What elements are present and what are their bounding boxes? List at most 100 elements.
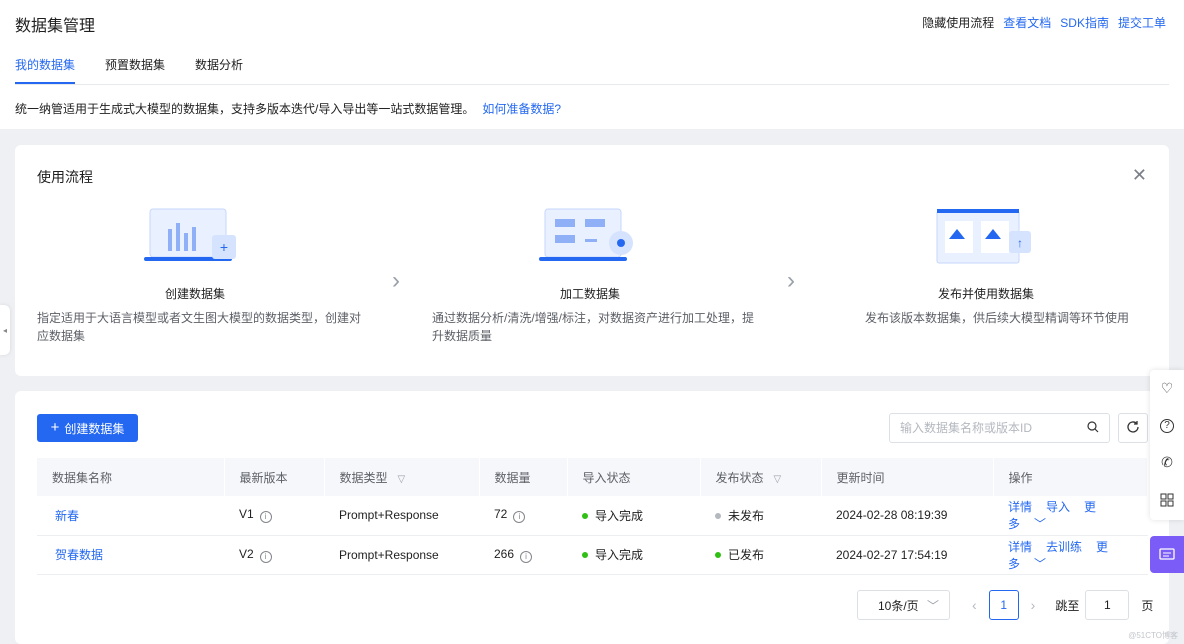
tab-preset-datasets[interactable]: 预置数据集 bbox=[105, 56, 165, 84]
page-header: 数据集管理 隐藏使用流程 查看文档 SDK指南 提交工单 我的数据集 预置数据集… bbox=[0, 0, 1184, 129]
header-links: 隐藏使用流程 查看文档 SDK指南 提交工单 bbox=[922, 14, 1166, 31]
jump-page-input[interactable]: 1 bbox=[1085, 590, 1130, 620]
info-icon[interactable]: i bbox=[259, 511, 272, 524]
svg-text:↑: ↑ bbox=[1017, 236, 1023, 250]
heart-icon[interactable]: ♡ bbox=[1150, 370, 1184, 407]
filter-icon[interactable]: ▽ bbox=[398, 474, 406, 485]
chevron-down-icon: ﹀ bbox=[1034, 517, 1047, 532]
chevron-down-icon: ﹀ bbox=[926, 598, 939, 613]
info-icon[interactable]: i bbox=[513, 511, 526, 524]
step-desc: 指定适用于大语言模型或者文生图大模型的数据类型，创建对应数据集 bbox=[37, 311, 362, 343]
data-count: 266 bbox=[494, 546, 515, 561]
page-description: 统一纳管适用于生成式大模型的数据集，支持多版本迭代/导入导出等一站式数据管理。如… bbox=[15, 100, 561, 117]
train-link[interactable]: 去训练 bbox=[1046, 540, 1082, 554]
prev-page-icon[interactable]: ‹ bbox=[972, 597, 977, 613]
step-title: 加工数据集 bbox=[559, 287, 620, 301]
phone-icon[interactable]: ✆ bbox=[1150, 444, 1184, 481]
step-title: 发布并使用数据集 bbox=[937, 287, 1034, 301]
page-size-value: 10条/页 bbox=[878, 598, 919, 613]
refresh-button[interactable] bbox=[1118, 413, 1148, 443]
create-dataset-illustration: + bbox=[140, 205, 250, 269]
tab-my-datasets[interactable]: 我的数据集 bbox=[15, 56, 76, 84]
chevron-right-icon: › bbox=[392, 267, 400, 294]
description-text: 统一纳管适用于生成式大模型的数据集，支持多版本迭代/导入导出等一站式数据管理。 bbox=[15, 102, 475, 116]
import-status: 导入完成 bbox=[595, 548, 644, 562]
apps-grid-icon[interactable] bbox=[1150, 481, 1184, 518]
pagination: 10条/页 ﹀ ‹ 1 › 跳至 1 页 bbox=[857, 590, 1153, 620]
process-dataset-illustration bbox=[535, 205, 645, 269]
col-import-status: 导入状态 bbox=[567, 458, 701, 496]
filter-icon[interactable]: ▽ bbox=[774, 474, 782, 485]
how-to-prepare-link[interactable]: 如何准备数据? bbox=[482, 102, 561, 116]
version-text: V1 bbox=[239, 507, 254, 522]
svg-text:+: + bbox=[220, 239, 228, 255]
status-dot bbox=[582, 552, 588, 558]
create-dataset-button[interactable]: + 创建数据集 bbox=[37, 414, 138, 442]
data-type: Prompt+Response bbox=[324, 535, 479, 575]
status-dot bbox=[582, 512, 588, 519]
col-count: 数据量 bbox=[479, 458, 568, 496]
jump-label: 跳至 bbox=[1055, 598, 1080, 613]
flow-title: 使用流程 bbox=[37, 169, 93, 185]
close-icon[interactable]: ✕ bbox=[1132, 165, 1147, 186]
tab-bar: 我的数据集 预置数据集 数据分析 bbox=[15, 56, 243, 84]
step-title: 创建数据集 bbox=[164, 287, 225, 301]
hide-flow-link[interactable]: 隐藏使用流程 bbox=[922, 14, 994, 31]
detail-link[interactable]: 详情 bbox=[1008, 540, 1032, 554]
publish-dataset-illustration: ↑ bbox=[931, 205, 1041, 269]
right-float-toolbar: ♡ ? ✆ bbox=[1150, 370, 1184, 520]
status-dot bbox=[715, 552, 721, 558]
page-number-current[interactable]: 1 bbox=[988, 590, 1019, 620]
chevron-down-icon: ﹀ bbox=[1034, 556, 1047, 571]
col-publish-status: 发布状态 ▽ bbox=[700, 458, 822, 496]
publish-status: 未发布 bbox=[728, 508, 765, 523]
step-desc: 发布该版本数据集，供后续大模型精调等环节使用 bbox=[865, 311, 1130, 325]
status-dot bbox=[715, 512, 721, 519]
version-text: V2 bbox=[239, 546, 254, 561]
publish-status: 已发布 bbox=[728, 548, 765, 562]
detail-link[interactable]: 详情 bbox=[1008, 500, 1032, 514]
collapse-handle[interactable]: ◂ bbox=[0, 305, 10, 355]
page-title: 数据集管理 bbox=[15, 18, 96, 35]
import-status: 导入完成 bbox=[595, 508, 644, 523]
next-page-icon[interactable]: › bbox=[1031, 597, 1036, 613]
col-type: 数据类型 ▽ bbox=[324, 458, 480, 496]
dataset-list-panel: + 创建数据集 数据集名称 最新版本 数据类型▽ 数据量 导入状态 发布状态▽ … bbox=[15, 391, 1169, 644]
data-type: Prompt+Response bbox=[324, 496, 479, 536]
page-unit-label: 页 bbox=[1141, 598, 1154, 613]
dataset-name-link[interactable]: 贺春数据 bbox=[55, 548, 103, 562]
updated-time: 2024-02-28 08:19:39 bbox=[821, 496, 993, 536]
usage-flow-panel: 使用流程 ✕ + 创建数据集 指定适用于大语言模型或者文生图大模型的数据类型，创… bbox=[15, 145, 1169, 376]
view-docs-link[interactable]: 查看文档 bbox=[1003, 14, 1051, 31]
step-desc: 通过数据分析/清洗/增强/标注，对数据资产进行加工处理，提升数据质量 bbox=[432, 311, 755, 343]
sdk-guide-link[interactable]: SDK指南 bbox=[1060, 14, 1109, 31]
chevron-right-icon: › bbox=[787, 267, 795, 294]
create-dataset-label: 创建数据集 bbox=[64, 421, 125, 436]
col-updated: 更新时间 bbox=[821, 458, 994, 496]
data-count: 72 bbox=[494, 507, 508, 522]
submit-ticket-link[interactable]: 提交工单 bbox=[1118, 14, 1166, 31]
search-box bbox=[889, 413, 1110, 443]
refresh-icon bbox=[1126, 420, 1140, 437]
col-name: 数据集名称 bbox=[37, 458, 225, 496]
chat-icon[interactable] bbox=[1150, 536, 1184, 573]
table-row: 贺春数据 V2 i Prompt+Response 266 i 导入完成 已发布 2… bbox=[37, 535, 1148, 575]
flow-step-publish: ↑ 发布并使用数据集 发布该版本数据集，供后续大模型精调等环节使用 bbox=[821, 205, 1151, 325]
updated-time: 2024-02-27 17:54:19 bbox=[821, 535, 993, 575]
tab-divider bbox=[15, 84, 1169, 85]
dataset-name-link[interactable]: 新春 bbox=[55, 509, 79, 523]
info-icon[interactable]: i bbox=[259, 550, 272, 563]
import-link[interactable]: 导入 bbox=[1046, 500, 1070, 514]
help-icon[interactable]: ? bbox=[1150, 407, 1184, 444]
info-icon[interactable]: i bbox=[520, 550, 533, 563]
table-row: 新春 V1 i Prompt+Response 72 i 导入完成 未发布 2024… bbox=[37, 496, 1148, 536]
flow-step-create: + 创建数据集 指定适用于大语言模型或者文生图大模型的数据类型，创建对应数据集 bbox=[30, 205, 361, 343]
flow-step-process: 加工数据集 通过数据分析/清洗/增强/标注，对数据资产进行加工处理，提升数据质量 bbox=[425, 205, 755, 343]
search-input[interactable] bbox=[900, 421, 1070, 435]
col-actions: 操作 bbox=[993, 458, 1148, 496]
page-size-select[interactable]: 10条/页 ﹀ bbox=[857, 590, 950, 620]
tab-data-analysis[interactable]: 数据分析 bbox=[195, 56, 243, 84]
col-version: 最新版本 bbox=[224, 458, 325, 496]
plus-icon: + bbox=[50, 419, 60, 436]
search-icon[interactable] bbox=[1087, 420, 1099, 436]
